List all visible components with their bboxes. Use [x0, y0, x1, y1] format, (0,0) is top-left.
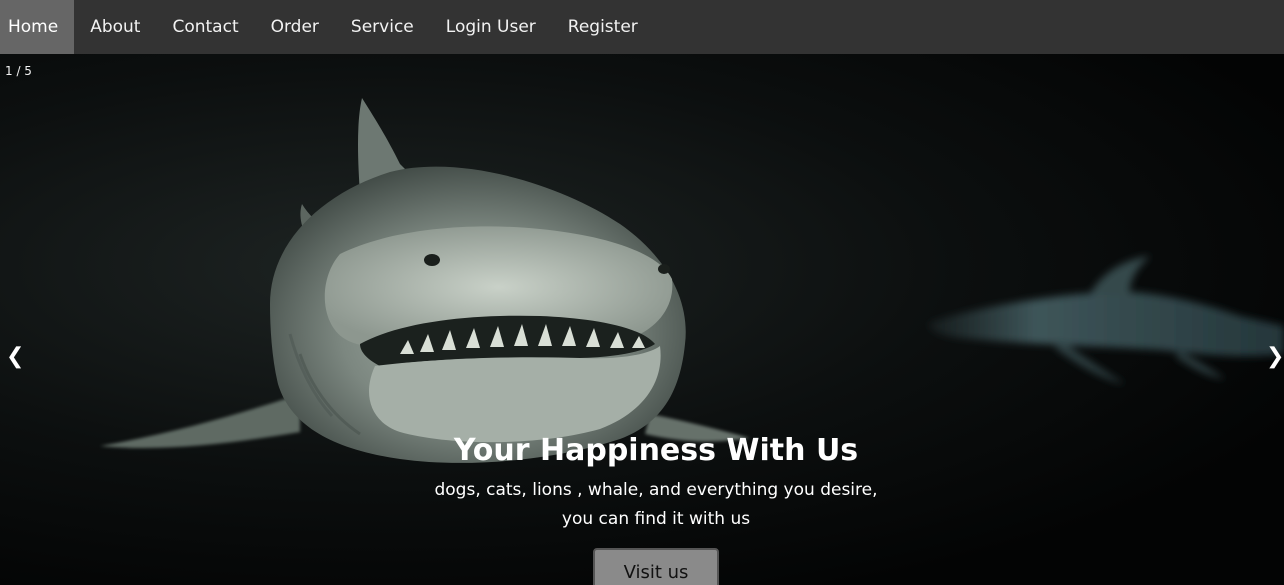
top-navigation: Home About Contact Order Service Login U…	[0, 0, 1284, 54]
distant-shark	[929, 256, 1284, 384]
nav-contact[interactable]: Contact	[156, 0, 254, 54]
nav-home[interactable]: Home	[0, 0, 75, 54]
slide-counter: 1 / 5	[5, 64, 32, 78]
visit-us-button[interactable]: Visit us	[593, 548, 719, 585]
caption-line-1: dogs, cats, lions , whale, and everythin…	[434, 480, 878, 500]
slide-caption: Your Happiness With Us dogs, cats, lions…	[382, 430, 930, 585]
caption-title: Your Happiness With Us	[453, 433, 859, 468]
caption-line-2: you can find it with us	[561, 509, 751, 529]
next-slide-icon[interactable]: ❯	[1266, 344, 1284, 369]
nav-order[interactable]: Order	[255, 0, 335, 54]
nav-login-user[interactable]: Login User	[430, 0, 552, 54]
nav-about[interactable]: About	[74, 0, 156, 54]
nav-register[interactable]: Register	[552, 0, 654, 54]
previous-slide-icon[interactable]: ❮	[6, 344, 24, 369]
caption-text: dogs, cats, lions , whale, and everythin…	[382, 476, 930, 534]
slideshow: 1 / 5 ❮ ❯ Your Happiness With Us dogs, c…	[0, 54, 1284, 585]
nav-service[interactable]: Service	[335, 0, 430, 54]
